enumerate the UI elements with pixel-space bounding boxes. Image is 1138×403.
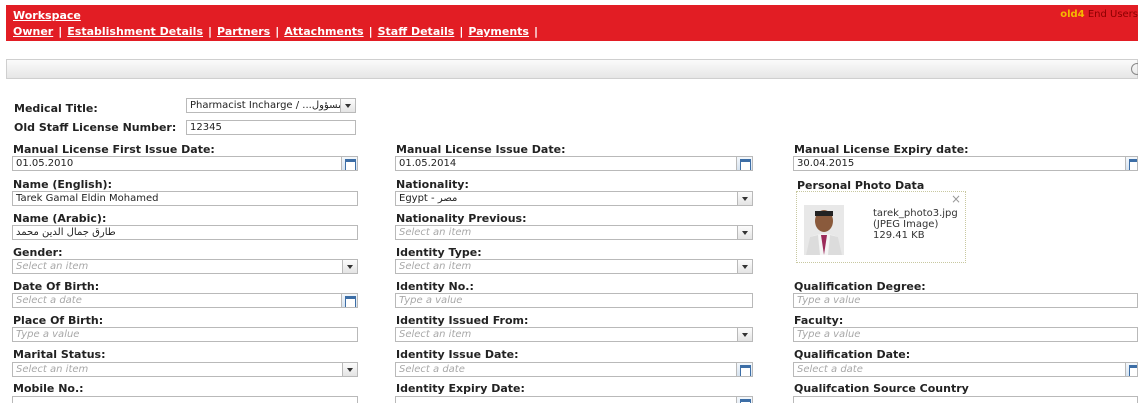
qualification-degree-label: Qualification Degree: (794, 280, 926, 293)
manual-first-issue-label: Manual License First Issue Date: (13, 143, 215, 156)
identity-issued-from-placeholder: Select an item (399, 329, 472, 340)
date-of-birth-label: Date Of Birth: (13, 280, 100, 293)
calendar-icon[interactable] (736, 157, 752, 170)
manual-first-issue-input[interactable]: 01.05.2010 (12, 156, 358, 171)
manual-issue-input[interactable]: 01.05.2014 (395, 156, 753, 171)
photo-filename: tarek_photo3.jpg (873, 208, 958, 219)
nationality-previous-placeholder: Select an item (399, 227, 472, 238)
qualification-degree-input[interactable]: Type a value (793, 293, 1138, 308)
identity-type-label: Identity Type: (396, 246, 482, 259)
marital-status-label: Marital Status: (13, 348, 106, 361)
name-arabic-label: Name (Arabic): (13, 212, 107, 225)
close-icon[interactable]: × (951, 192, 961, 206)
identity-issued-from-label: Identity Issued From: (396, 314, 529, 327)
manual-expiry-value: 30.04.2015 (797, 158, 855, 169)
nav-attachments[interactable]: Attachments (284, 25, 363, 38)
nationality-previous-label: Nationality Previous: (396, 212, 527, 225)
qualification-source-country-select[interactable] (793, 396, 1138, 403)
nationality-select[interactable]: Egypt - مصر (395, 191, 753, 206)
identity-type-select[interactable]: Select an item (395, 259, 753, 274)
faculty-label: Faculty: (794, 314, 844, 327)
chevron-down-icon[interactable] (737, 260, 752, 273)
workspace-link[interactable]: Workspace (13, 9, 81, 22)
nationality-previous-select[interactable]: Select an item (395, 225, 753, 240)
chevron-down-icon[interactable] (340, 99, 355, 112)
faculty-input[interactable]: Type a value (793, 327, 1138, 342)
date-of-birth-placeholder: Select a date (16, 295, 82, 306)
qualification-date-label: Qualification Date: (794, 348, 911, 361)
date-of-birth-input[interactable]: Select a date (12, 293, 358, 308)
nav-establishment-details[interactable]: Establishment Details (67, 25, 203, 38)
manual-expiry-label: Manual License Expiry date: (794, 143, 969, 156)
nav-partners[interactable]: Partners (217, 25, 270, 38)
nav-staff-details[interactable]: Staff Details (378, 25, 455, 38)
marital-status-select[interactable]: Select an item (12, 362, 358, 377)
gender-select[interactable]: Select an item (12, 259, 358, 274)
nationality-value: Egypt - مصر (399, 193, 458, 204)
chevron-down-icon[interactable] (737, 226, 752, 239)
photo-attachment: × tarek_photo3.jpg (JPEG Image) 129.41 K… (796, 191, 966, 263)
marital-status-placeholder: Select an item (16, 364, 89, 375)
qualification-source-country-label: Qualifcation Source Country (794, 382, 969, 395)
chevron-down-icon[interactable] (737, 192, 752, 205)
person-photo-icon (804, 205, 844, 255)
name-english-label: Name (English): (13, 178, 112, 191)
mobile-no-label: Mobile No.: (13, 382, 84, 395)
identity-issue-date-input[interactable]: Select a date (395, 362, 753, 377)
identity-expiry-date-label: Identity Expiry Date: (396, 382, 525, 395)
photo-size: 129.41 KB (873, 230, 925, 241)
qualification-date-input[interactable]: Select a date (793, 362, 1138, 377)
top-header: Workspace Owner | Establishment Details | Pa… (6, 5, 1138, 41)
nav-owner[interactable]: Owner (13, 25, 53, 38)
old-staff-license-label: Old Staff License Number: (14, 121, 177, 134)
qualification-date-placeholder: Select a date (797, 364, 863, 375)
manual-issue-label: Manual License Issue Date: (396, 143, 566, 156)
user-name: old4 (1060, 9, 1085, 20)
identity-expiry-date-input[interactable] (395, 396, 753, 403)
calendar-icon[interactable] (341, 294, 357, 307)
identity-no-input[interactable]: Type a value (395, 293, 753, 308)
name-english-input[interactable]: Tarek Gamal Eldin Mohamed (12, 191, 358, 206)
calendar-icon[interactable] (736, 363, 752, 376)
calendar-icon[interactable] (341, 157, 357, 170)
chevron-down-icon[interactable] (342, 260, 357, 273)
calendar-icon[interactable] (1125, 363, 1137, 376)
section-nav: Owner | Establishment Details | Partners | Att… (13, 25, 538, 38)
old-staff-license-input[interactable]: 12345 (186, 120, 356, 135)
mobile-no-input[interactable] (12, 396, 358, 403)
identity-issue-date-placeholder: Select a date (399, 364, 465, 375)
nav-payments[interactable]: Payments (468, 25, 529, 38)
chevron-down-icon[interactable] (737, 328, 752, 341)
manual-expiry-input[interactable]: 30.04.2015 (793, 156, 1138, 171)
gender-label: Gender: (13, 246, 63, 259)
identity-issue-date-label: Identity Issue Date: (396, 348, 519, 361)
identity-issued-from-select[interactable]: Select an item (395, 327, 753, 342)
identity-type-placeholder: Select an item (399, 261, 472, 272)
toolbar-strip (6, 59, 1138, 79)
gender-placeholder: Select an item (16, 261, 89, 272)
manual-issue-value: 01.05.2014 (399, 158, 457, 169)
chevron-down-icon[interactable] (342, 363, 357, 376)
place-of-birth-input[interactable]: Type a value (12, 327, 358, 342)
medical-title-label: Medical Title: (14, 102, 98, 115)
user-info: old4 End Users (1060, 9, 1138, 20)
medical-title-select[interactable]: Pharmacist Incharge / ...لي مسؤول (186, 98, 356, 113)
calendar-icon[interactable] (736, 397, 752, 403)
refresh-icon[interactable] (1131, 63, 1138, 75)
identity-no-label: Identity No.: (396, 280, 474, 293)
manual-first-issue-value: 01.05.2010 (16, 158, 74, 169)
calendar-icon[interactable] (1125, 157, 1137, 170)
photo-type: (JPEG Image) (873, 219, 939, 230)
medical-title-value: Pharmacist Incharge / ...لي مسؤول (190, 100, 356, 111)
place-of-birth-label: Place Of Birth: (13, 314, 104, 327)
end-users-link[interactable]: End Users (1088, 9, 1138, 20)
nationality-label: Nationality: (396, 178, 469, 191)
name-arabic-input[interactable]: طارق جمال الدين محمد (12, 225, 358, 240)
